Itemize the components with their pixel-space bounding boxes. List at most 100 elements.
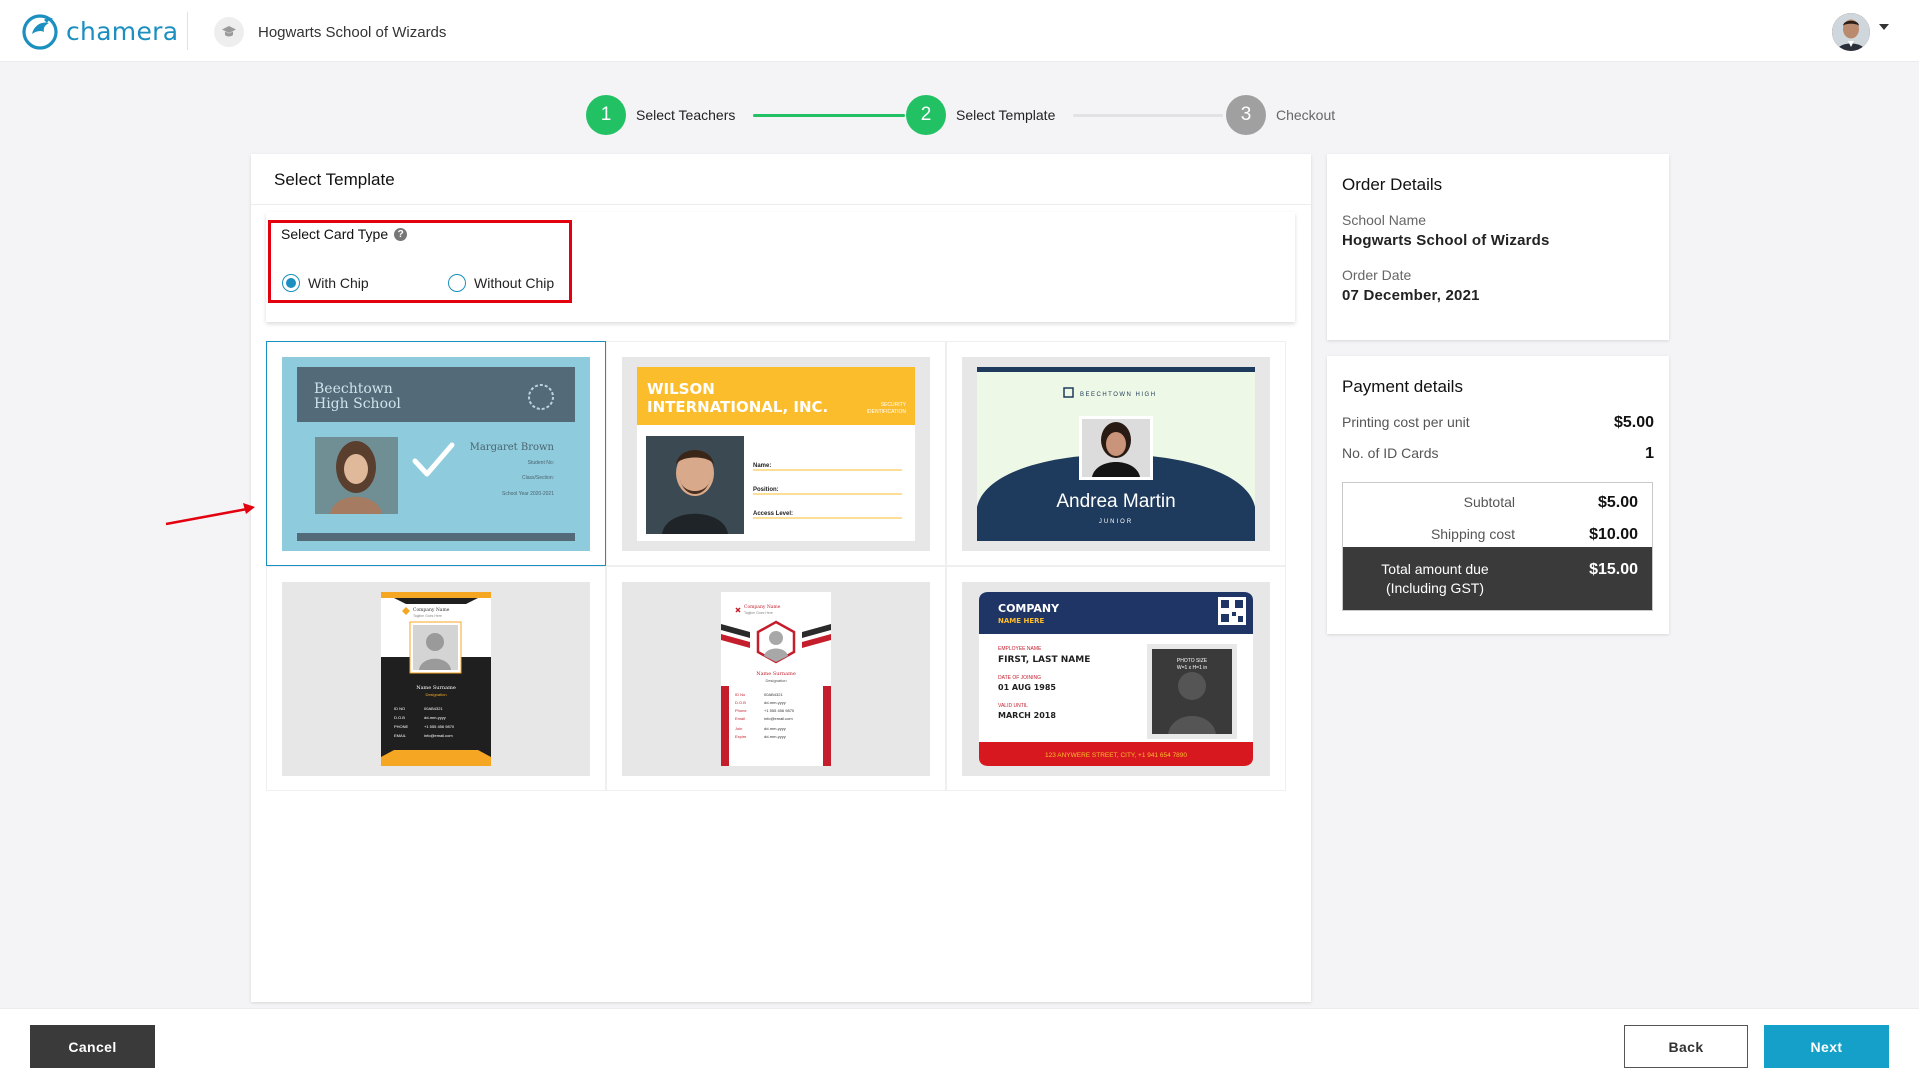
row-val-4: info@email.com [764, 716, 793, 721]
order-summary-box: Subtotal $5.00 Shipping cost $10.00 Tota… [1342, 482, 1653, 611]
template-card-beechtown[interactable]: Beechtown High School Margaret Brown Stu… [266, 341, 606, 566]
unit-cost-value: $5.00 [1613, 414, 1654, 431]
person-name: Name Surname [756, 671, 796, 677]
school-name-value: Hogwarts School of Wizards [1342, 232, 1550, 249]
template-card-andrea-martin[interactable]: BEECHTOWN HIGH Andrea Martin JUNIOR [946, 341, 1286, 566]
shipping-value: $10.00 [1589, 526, 1638, 543]
badge-line-2: IDENTIFICATION [867, 409, 907, 415]
employee-name: FIRST, LAST NAME [998, 655, 1090, 665]
top-header: chamera Hogwarts School of Wizards [0, 0, 1919, 62]
chevron-down-icon[interactable] [1879, 24, 1889, 30]
step-number-3: 3 [1226, 95, 1266, 135]
template-card-company-navy[interactable]: COMPANY NAME HERE EMPLOYEE NAME FIRST, L… [946, 566, 1286, 791]
radio-with-chip[interactable]: With Chip [282, 274, 369, 292]
step-label-1: Select Teachers [636, 107, 736, 123]
row-val-1: 00AB4321 [424, 706, 443, 711]
card-count-row: No. of ID Cards 1 [1342, 445, 1654, 463]
company-sub: NAME HERE [998, 617, 1044, 625]
radio-label-without-chip: Without Chip [474, 275, 555, 291]
radio-without-chip[interactable]: Without Chip [448, 274, 554, 292]
row-key-4: EMAIL [394, 733, 407, 738]
school-name-label: School Name [1342, 212, 1427, 228]
back-button[interactable]: Back [1624, 1025, 1748, 1068]
company: COMPANY [998, 602, 1060, 615]
badge-line-1: SECURITY [881, 402, 907, 408]
step-checkout[interactable]: 3 Checkout [1226, 95, 1335, 135]
school-selector[interactable]: Hogwarts School of Wizards [214, 17, 446, 47]
school-label: BEECHTOWN HIGH [1080, 392, 1157, 398]
template-card-company-orange[interactable]: Company Name Tagline Goes Here Name Surn… [266, 566, 606, 791]
step-label-3: Checkout [1276, 107, 1336, 123]
template-thumbnail: Beechtown High School Margaret Brown Stu… [282, 357, 590, 551]
row-val-5: dd-mm-yyyy [764, 726, 786, 731]
line-3: School Year 2020-2021 [502, 491, 554, 497]
field-access: Access Level: [753, 511, 793, 517]
total-label: Total amount due (Including GST) [1370, 560, 1500, 598]
template-card-wilson[interactable]: WILSON INTERNATIONAL, INC. SECURITY IDEN… [606, 341, 946, 566]
row-val-3: +1 555 456 9870 [764, 708, 795, 713]
row-key-1: ID NO [394, 706, 405, 711]
payment-details-title: Payment details [1342, 377, 1463, 396]
role: JUNIOR [1099, 519, 1133, 525]
order-details-card: Order Details School Name Hogwarts Schoo… [1327, 154, 1669, 340]
chamera-logo-icon [22, 14, 58, 50]
field-name: Name: [753, 463, 771, 469]
valid-date: MARCH 2018 [998, 711, 1056, 720]
step-label-2: Select Template [956, 107, 1056, 123]
order-details-title: Order Details [1342, 175, 1443, 194]
template-grid: Beechtown High School Margaret Brown Stu… [266, 341, 1286, 792]
user-avatar[interactable] [1832, 13, 1870, 51]
step-select-template[interactable]: 2 Select Template [906, 95, 1055, 135]
row-val-4: info@email.com [424, 733, 453, 738]
template-card-company-red[interactable]: Company Name Tagline Goes Here Name Surn… [606, 566, 946, 791]
company-line-1: WILSON [647, 380, 715, 398]
total-value: $15.00 [1589, 561, 1638, 578]
tagline: Tagline Goes Here [744, 611, 773, 615]
title-divider [251, 204, 1311, 205]
company: Company Name [413, 607, 450, 613]
chamera-logo[interactable]: chamera [20, 11, 178, 51]
step-number-2: 2 [906, 95, 946, 135]
next-button[interactable]: Next [1764, 1025, 1889, 1068]
field-position: Position: [753, 487, 779, 493]
school-line-2: High School [314, 396, 401, 412]
help-icon[interactable]: ? [394, 227, 408, 241]
row-val-6: dd-mm-yyyy [764, 734, 786, 739]
graduation-cap-icon [214, 17, 244, 47]
shipping-row: Shipping cost $10.00 [1343, 526, 1652, 544]
page-title: Select Template [274, 170, 395, 189]
total-row: Total amount due (Including GST) $15.00 [1343, 547, 1652, 610]
step-select-teachers[interactable]: 1 Select Teachers [586, 95, 735, 135]
footer-bar: Cancel Back Next [0, 1008, 1919, 1079]
school-line-1: Beechtown [314, 381, 393, 397]
row-key-5: Join [735, 726, 742, 731]
employee-label: EMPLOYEE NAME [998, 646, 1042, 652]
row-val-2: dd-mm-yyyy [424, 715, 446, 720]
radio-button-with-chip[interactable] [282, 274, 300, 292]
row-key-3: PHONE [394, 724, 409, 729]
radio-button-without-chip[interactable] [448, 274, 466, 292]
subtotal-value: $5.00 [1597, 494, 1638, 511]
company: Company Name [744, 604, 781, 610]
designation: Designation [765, 678, 786, 683]
header-divider [187, 12, 188, 50]
radio-label-with-chip: With Chip [308, 275, 369, 291]
photo-line-2: W=1 x H=1 in [1177, 665, 1208, 671]
cancel-button[interactable]: Cancel [30, 1025, 155, 1068]
unit-cost-label: Printing cost per unit [1342, 414, 1470, 430]
person-name: Andrea Martin [1056, 491, 1175, 512]
line-2: Class/Section: [522, 475, 554, 481]
card-count-value: 1 [1645, 445, 1654, 462]
subtotal-row: Subtotal $5.00 [1343, 494, 1652, 512]
row-val-3: +1 555 456 9870 [424, 724, 455, 729]
id-card-preview: COMPANY NAME HERE EMPLOYEE NAME FIRST, L… [979, 592, 1253, 766]
template-thumbnail: BEECHTOWN HIGH Andrea Martin JUNIOR [962, 357, 1270, 551]
valid-label: VALID UNTIL [998, 703, 1028, 709]
joining-date: 01 AUG 1985 [998, 683, 1056, 692]
unit-cost-row: Printing cost per unit $5.00 [1342, 414, 1654, 432]
step-connector-1 [753, 114, 905, 117]
row-key-1: ID No [735, 692, 746, 697]
progress-stepper: 1 Select Teachers 2 Select Template 3 Ch… [586, 95, 1336, 135]
order-date-label: Order Date [1342, 267, 1412, 283]
template-thumbnail: Company Name Tagline Goes Here Name Surn… [282, 582, 590, 776]
